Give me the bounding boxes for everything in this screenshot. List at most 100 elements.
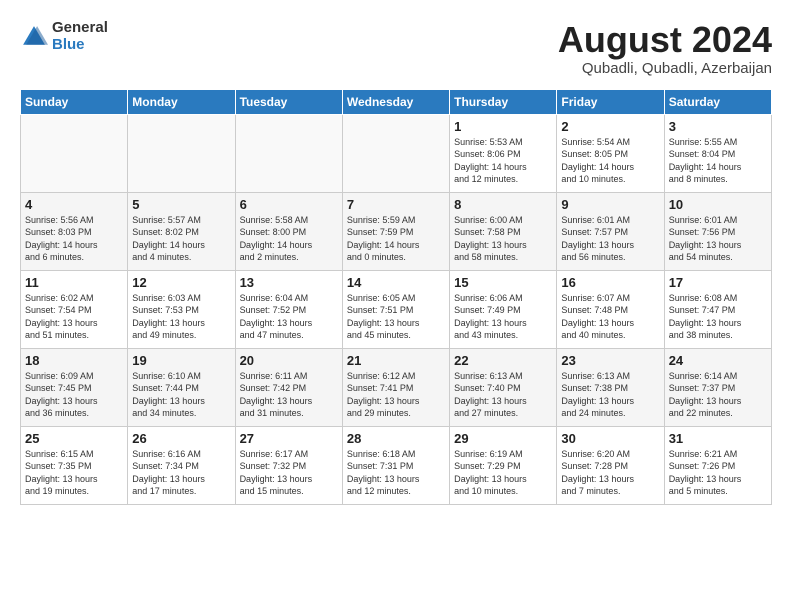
day-info: Sunrise: 6:19 AM Sunset: 7:29 PM Dayligh… (454, 448, 552, 498)
calendar-cell: 26Sunrise: 6:16 AM Sunset: 7:34 PM Dayli… (128, 426, 235, 504)
day-number: 7 (347, 197, 445, 212)
calendar-week-row: 18 Sunrise: 6:09 AM Sunset: 7:45 PM Dayli… (21, 348, 772, 426)
calendar-cell: 18 Sunrise: 6:09 AM Sunset: 7:45 PM Dayli… (21, 348, 128, 426)
header-sunday: Sunday (21, 89, 128, 114)
calendar-cell: 2 Sunrise: 5:54 AM Sunset: 8:05 PM Daylig… (557, 114, 664, 192)
calendar-week-row: 25 Sunrise: 6:15 AM Sunset: 7:35 PM Dayli… (21, 426, 772, 504)
day-number: 31 (669, 431, 767, 446)
day-number: 28 (347, 431, 445, 446)
calendar-cell (342, 114, 449, 192)
day-number: 17 (669, 275, 767, 290)
day-info: Sunrise: 6:21 AM Sunset: 7:26 PM Dayligh… (669, 448, 767, 498)
location-subtitle: Qubadli, Qubadli, Azerbaijan (558, 60, 772, 77)
day-number: 30 (561, 431, 659, 446)
calendar-cell: 28 Sunrise: 6:18 AM Sunset: 7:31 PM Dayli… (342, 426, 449, 504)
calendar-body: 1 Sunrise: 5:53 AM Sunset: 8:06 PM Daylig… (21, 114, 772, 504)
day-number: 18 (25, 353, 123, 368)
day-number: 21 (347, 353, 445, 368)
calendar-cell: 22Sunrise: 6:13 AM Sunset: 7:40 PM Dayli… (450, 348, 557, 426)
calendar-cell (235, 114, 342, 192)
calendar-cell: 5 Sunrise: 5:57 AM Sunset: 8:02 PM Daylig… (128, 192, 235, 270)
day-info: Sunrise: 5:55 AM Sunset: 8:04 PM Dayligh… (669, 136, 767, 186)
calendar-cell: 10 Sunrise: 6:01 AM Sunset: 7:56 PM Dayli… (664, 192, 771, 270)
calendar-cell: 27 Sunrise: 6:17 AM Sunset: 7:32 PM Dayli… (235, 426, 342, 504)
calendar-cell: 19 Sunrise: 6:10 AM Sunset: 7:44 PM Dayli… (128, 348, 235, 426)
day-info: Sunrise: 6:01 AM Sunset: 7:57 PM Dayligh… (561, 214, 659, 264)
day-info: Sunrise: 6:02 AM Sunset: 7:54 PM Dayligh… (25, 292, 123, 342)
day-info: Sunrise: 6:13 AM Sunset: 7:38 PM Dayligh… (561, 370, 659, 420)
calendar-week-row: 11Sunrise: 6:02 AM Sunset: 7:54 PM Dayli… (21, 270, 772, 348)
calendar-cell: 16Sunrise: 6:07 AM Sunset: 7:48 PM Dayli… (557, 270, 664, 348)
calendar-cell (21, 114, 128, 192)
page-header: General Blue August 2024 Qubadli, Qubadl… (20, 20, 772, 77)
day-number: 25 (25, 431, 123, 446)
day-number: 8 (454, 197, 552, 212)
calendar-cell: 4 Sunrise: 5:56 AM Sunset: 8:03 PM Daylig… (21, 192, 128, 270)
day-number: 2 (561, 119, 659, 134)
day-info: Sunrise: 6:08 AM Sunset: 7:47 PM Dayligh… (669, 292, 767, 342)
day-number: 6 (240, 197, 338, 212)
logo-blue-text: Blue (52, 37, 108, 54)
day-number: 10 (669, 197, 767, 212)
day-info: Sunrise: 5:53 AM Sunset: 8:06 PM Dayligh… (454, 136, 552, 186)
day-number: 19 (132, 353, 230, 368)
day-info: Sunrise: 6:05 AM Sunset: 7:51 PM Dayligh… (347, 292, 445, 342)
header-wednesday: Wednesday (342, 89, 449, 114)
calendar-cell: 31 Sunrise: 6:21 AM Sunset: 7:26 PM Dayli… (664, 426, 771, 504)
day-info: Sunrise: 6:00 AM Sunset: 7:58 PM Dayligh… (454, 214, 552, 264)
day-number: 5 (132, 197, 230, 212)
day-number: 13 (240, 275, 338, 290)
calendar-cell: 15 Sunrise: 6:06 AM Sunset: 7:49 PM Dayli… (450, 270, 557, 348)
calendar-cell: 25 Sunrise: 6:15 AM Sunset: 7:35 PM Dayli… (21, 426, 128, 504)
calendar-cell: 29Sunrise: 6:19 AM Sunset: 7:29 PM Dayli… (450, 426, 557, 504)
day-number: 15 (454, 275, 552, 290)
day-info: Sunrise: 6:18 AM Sunset: 7:31 PM Dayligh… (347, 448, 445, 498)
day-info: Sunrise: 6:15 AM Sunset: 7:35 PM Dayligh… (25, 448, 123, 498)
weekday-header-row: Sunday Monday Tuesday Wednesday Thursday… (21, 89, 772, 114)
day-number: 9 (561, 197, 659, 212)
day-number: 22 (454, 353, 552, 368)
logo-text: General Blue (52, 20, 108, 53)
calendar-cell: 9 Sunrise: 6:01 AM Sunset: 7:57 PM Daylig… (557, 192, 664, 270)
day-number: 3 (669, 119, 767, 134)
day-number: 27 (240, 431, 338, 446)
day-info: Sunrise: 5:58 AM Sunset: 8:00 PM Dayligh… (240, 214, 338, 264)
day-info: Sunrise: 6:10 AM Sunset: 7:44 PM Dayligh… (132, 370, 230, 420)
logo-general-text: General (52, 20, 108, 37)
header-thursday: Thursday (450, 89, 557, 114)
calendar-cell: 7 Sunrise: 5:59 AM Sunset: 7:59 PM Daylig… (342, 192, 449, 270)
calendar-cell: 6 Sunrise: 5:58 AM Sunset: 8:00 PM Daylig… (235, 192, 342, 270)
calendar-cell (128, 114, 235, 192)
logo: General Blue (20, 20, 108, 53)
day-info: Sunrise: 6:17 AM Sunset: 7:32 PM Dayligh… (240, 448, 338, 498)
header-monday: Monday (128, 89, 235, 114)
calendar-cell: 14 Sunrise: 6:05 AM Sunset: 7:51 PM Dayli… (342, 270, 449, 348)
calendar-cell: 23Sunrise: 6:13 AM Sunset: 7:38 PM Dayli… (557, 348, 664, 426)
calendar-cell: 13Sunrise: 6:04 AM Sunset: 7:52 PM Dayli… (235, 270, 342, 348)
calendar-cell: 30Sunrise: 6:20 AM Sunset: 7:28 PM Dayli… (557, 426, 664, 504)
calendar-week-row: 4 Sunrise: 5:56 AM Sunset: 8:03 PM Daylig… (21, 192, 772, 270)
day-number: 1 (454, 119, 552, 134)
day-info: Sunrise: 5:57 AM Sunset: 8:02 PM Dayligh… (132, 214, 230, 264)
day-info: Sunrise: 6:01 AM Sunset: 7:56 PM Dayligh… (669, 214, 767, 264)
day-info: Sunrise: 6:06 AM Sunset: 7:49 PM Dayligh… (454, 292, 552, 342)
calendar-cell: 17 Sunrise: 6:08 AM Sunset: 7:47 PM Dayli… (664, 270, 771, 348)
day-info: Sunrise: 6:09 AM Sunset: 7:45 PM Dayligh… (25, 370, 123, 420)
day-info: Sunrise: 6:16 AM Sunset: 7:34 PM Dayligh… (132, 448, 230, 498)
calendar-cell: 3 Sunrise: 5:55 AM Sunset: 8:04 PM Daylig… (664, 114, 771, 192)
calendar-cell: 12Sunrise: 6:03 AM Sunset: 7:53 PM Dayli… (128, 270, 235, 348)
day-info: Sunrise: 5:56 AM Sunset: 8:03 PM Dayligh… (25, 214, 123, 264)
day-number: 14 (347, 275, 445, 290)
day-number: 24 (669, 353, 767, 368)
calendar-cell: 11Sunrise: 6:02 AM Sunset: 7:54 PM Dayli… (21, 270, 128, 348)
day-info: Sunrise: 6:07 AM Sunset: 7:48 PM Dayligh… (561, 292, 659, 342)
day-info: Sunrise: 5:54 AM Sunset: 8:05 PM Dayligh… (561, 136, 659, 186)
calendar-cell: 20Sunrise: 6:11 AM Sunset: 7:42 PM Dayli… (235, 348, 342, 426)
day-info: Sunrise: 6:03 AM Sunset: 7:53 PM Dayligh… (132, 292, 230, 342)
calendar-cell: 24Sunrise: 6:14 AM Sunset: 7:37 PM Dayli… (664, 348, 771, 426)
calendar-cell: 1 Sunrise: 5:53 AM Sunset: 8:06 PM Daylig… (450, 114, 557, 192)
day-number: 4 (25, 197, 123, 212)
day-info: Sunrise: 5:59 AM Sunset: 7:59 PM Dayligh… (347, 214, 445, 264)
day-number: 20 (240, 353, 338, 368)
header-tuesday: Tuesday (235, 89, 342, 114)
